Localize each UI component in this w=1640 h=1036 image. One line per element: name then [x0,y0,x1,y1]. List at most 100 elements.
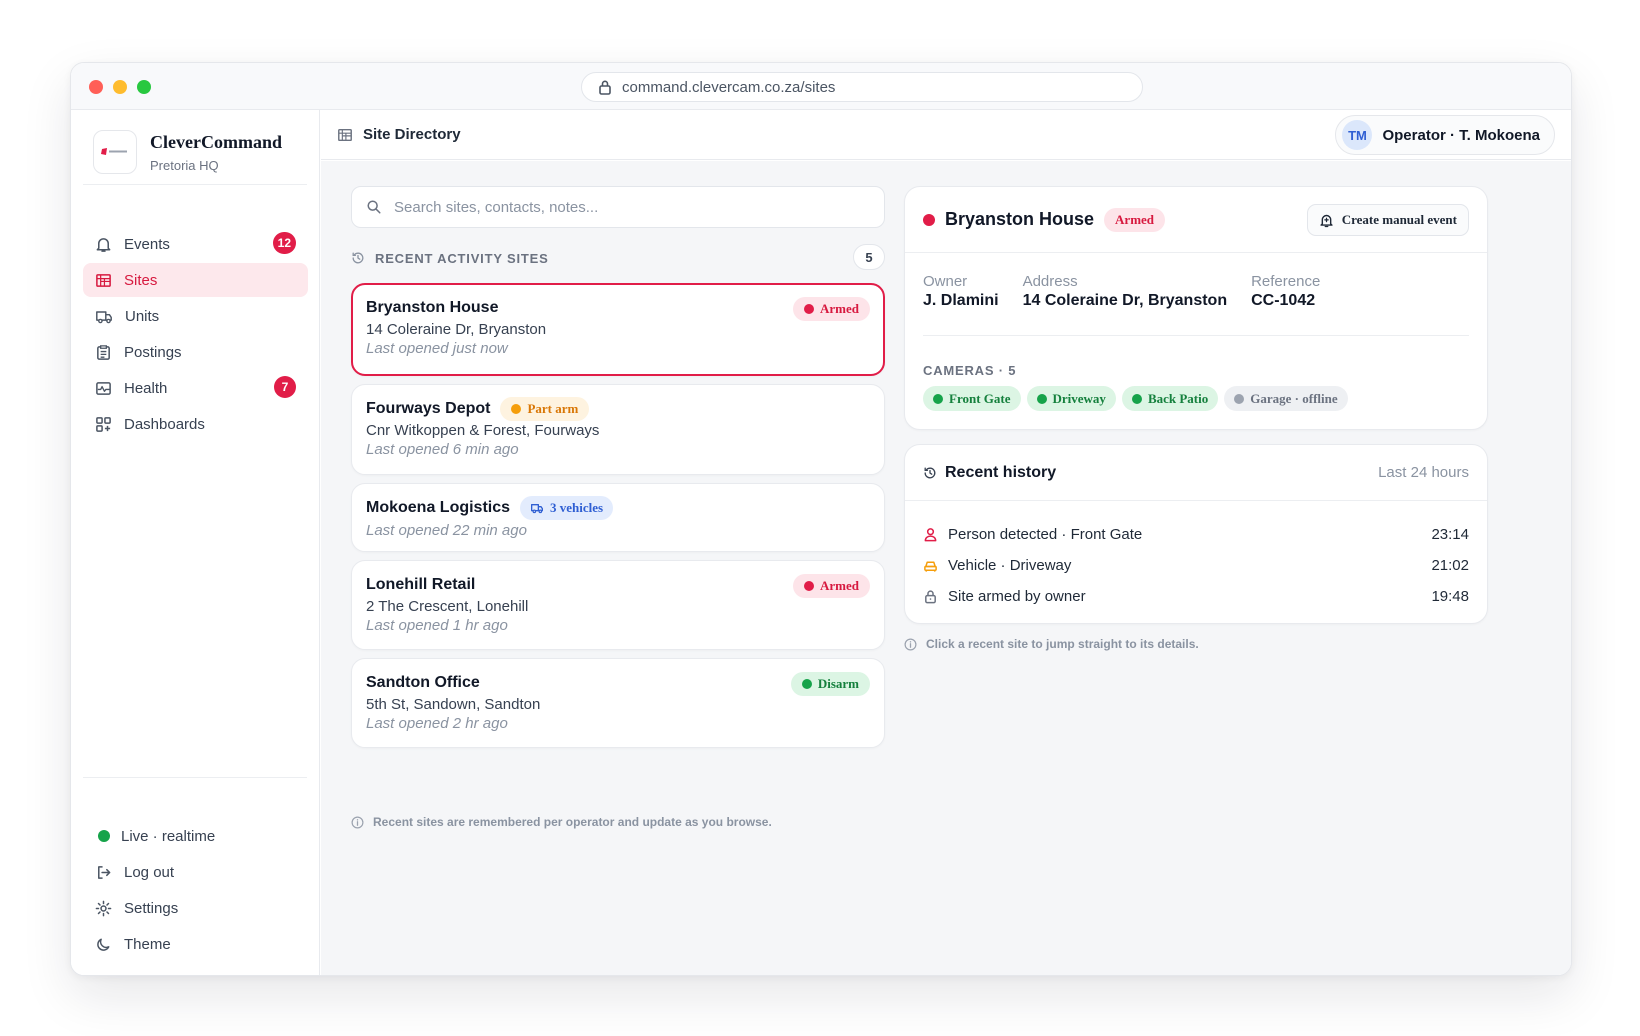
camera-status-dot [1131,393,1142,404]
address-value: 14 Coleraine Dr, Bryanston [1022,292,1228,309]
sidebar-footer: Live · realtime Log out Settings Theme [83,819,308,963]
truck-icon [531,504,544,514]
recent-history-header: Recent history Last 24 hours [905,445,1487,501]
settings-button[interactable]: Settings [83,891,308,925]
status-dot [511,404,522,414]
history-item-text: Site armed by owner [948,588,1086,605]
recent-sites-heading: RECENT ACTIVITY SITES [375,250,549,266]
camera-list: Front Gate Driveway Back Patio Garage · … [923,386,1348,411]
site-last-opened: Last opened 2 hr ago [366,715,508,732]
site-card-bryanston-house[interactable]: Bryanston House 14 Coleraine Dr, Bryanst… [351,283,885,376]
sidebar-item-units[interactable]: Units [83,299,308,333]
history-icon [924,467,936,478]
logout-button[interactable]: Log out [83,855,308,889]
sidebar-item-dashboards[interactable]: Dashboards [83,407,308,441]
detail-divider [923,335,1469,336]
url-text: command.clevercam.co.za/sites [622,78,836,96]
sidebar-item-postings[interactable]: Postings [83,335,308,369]
sidebar-item-label: Sites [124,271,158,289]
theme-toggle[interactable]: Theme [83,927,308,961]
theme-label: Theme [124,935,171,953]
site-card-mokoena-logistics[interactable]: Mokoena Logistics 3 vehicles Last opened… [351,483,885,552]
address-bar[interactable]: command.clevercam.co.za/sites [581,72,1143,102]
sidebar-item-events[interactable]: Events 12 [83,227,308,261]
search-input[interactable] [394,198,874,216]
site-detail-card: Bryanston House Armed Create manual even… [904,186,1488,430]
site-name: Bryanston House [366,299,499,316]
status-badge-label: Disarm [817,676,859,691]
cameras-heading: CAMERAS · 5 [923,363,1017,378]
history-item-text: Vehicle · Driveway [948,557,1072,574]
site-card-fourways-depot[interactable]: Fourways Depot Part arm Cnr Witkoppen & … [351,384,885,475]
bell-icon [96,237,111,252]
history-item[interactable]: Vehicle · Driveway 21:02 [923,550,1469,581]
detail-hint-text: Click a recent site to jump straight to … [926,637,1199,651]
avatar: TM [1342,120,1373,150]
vehicles-badge: 3 vehicles [520,496,614,520]
brand-name: CleverCommand [150,131,282,152]
clipboard-icon [97,344,110,360]
history-range: Last 24 hours [1378,464,1469,481]
status-badge-label: Part arm [527,401,579,416]
main-nav: Events 12 Sites Units Postings Health 7 [83,227,308,443]
brand: CleverCommand Pretoria HQ [93,130,282,174]
health-count-badge: 7 [274,376,296,398]
car-icon [924,561,937,572]
history-item-text: Person detected · Front Gate [948,526,1143,543]
site-address: Cnr Witkoppen & Forest, Fourways [366,422,600,439]
sidebar-item-label: Units [125,307,160,325]
moon-icon [97,938,110,951]
lock-icon [599,80,611,95]
status-dot [804,581,814,591]
recent-sites-note-text: Recent sites are remembered per operator… [373,815,772,829]
status-badge: Armed [793,574,870,598]
bell-plus-icon [1320,214,1333,227]
camera-status-dot [1234,393,1245,404]
site-detail-title: Bryanston House [945,209,1095,229]
camera-chip-back-patio[interactable]: Back Patio [1121,386,1219,411]
operator-menu[interactable]: TM Operator · T. Mokoena [1335,115,1555,155]
sidebar-item-sites[interactable]: Sites [83,263,308,297]
history-item[interactable]: Site armed by owner 19:48 [923,581,1469,612]
building-icon [96,273,111,287]
search-bar [351,186,885,228]
logout-icon [98,865,111,879]
address-field: Address 14 Coleraine Dr, Bryanston [1023,273,1228,310]
sidebar-item-label: Events [124,235,170,253]
camera-chip-garage[interactable]: Garage · offline [1224,386,1348,411]
sidebar-item-health[interactable]: Health 7 [83,371,308,405]
status-badge: Part arm [500,397,590,421]
site-address: 2 The Crescent, Lonehill [366,598,529,615]
status-badge-label: Armed [820,578,859,593]
status-badge-label: Armed [1115,211,1155,227]
site-card-sandton-office[interactable]: Sandton Office 5th St, Sandown, Sandton … [351,658,885,748]
create-manual-event-button[interactable]: Create manual event [1306,204,1469,236]
camera-chip-front-gate[interactable]: Front Gate [923,386,1021,411]
info-icon [904,638,917,650]
vehicles-badge-label: 3 vehicles [550,500,604,515]
camera-chip-driveway[interactable]: Driveway [1026,386,1116,411]
camera-status-dot [1036,393,1047,404]
sidebar-divider [83,777,307,778]
history-item[interactable]: Person detected · Front Gate 23:14 [923,519,1469,550]
brand-logo [93,130,137,174]
site-name: Fourways Depot [366,400,491,417]
history-list: Person detected · Front Gate 23:14 Vehic… [905,501,1487,612]
status-badge: Armed [793,297,870,321]
camera-status-dot [933,393,943,404]
live-status: Live · realtime [83,819,308,853]
status-badge: Armed [1104,207,1166,232]
history-item-time: 19:48 [1431,588,1469,605]
recent-sites-count: 5 [853,244,885,270]
minimize-window-button[interactable] [113,80,127,94]
building-icon [338,128,352,141]
close-window-button[interactable] [89,80,103,94]
grid-icon [96,416,111,432]
site-card-lonehill-retail[interactable]: Lonehill Retail 2 The Crescent, Lonehill… [351,560,885,650]
maximize-window-button[interactable] [137,80,151,94]
sidebar-item-label: Dashboards [124,415,205,433]
sidebar: CleverCommand Pretoria HQ Events 12 Site… [71,110,320,975]
owner-label: Owner [923,273,968,290]
logout-label: Log out [124,863,175,881]
recent-history-card: Recent history Last 24 hours Person dete… [904,444,1488,624]
